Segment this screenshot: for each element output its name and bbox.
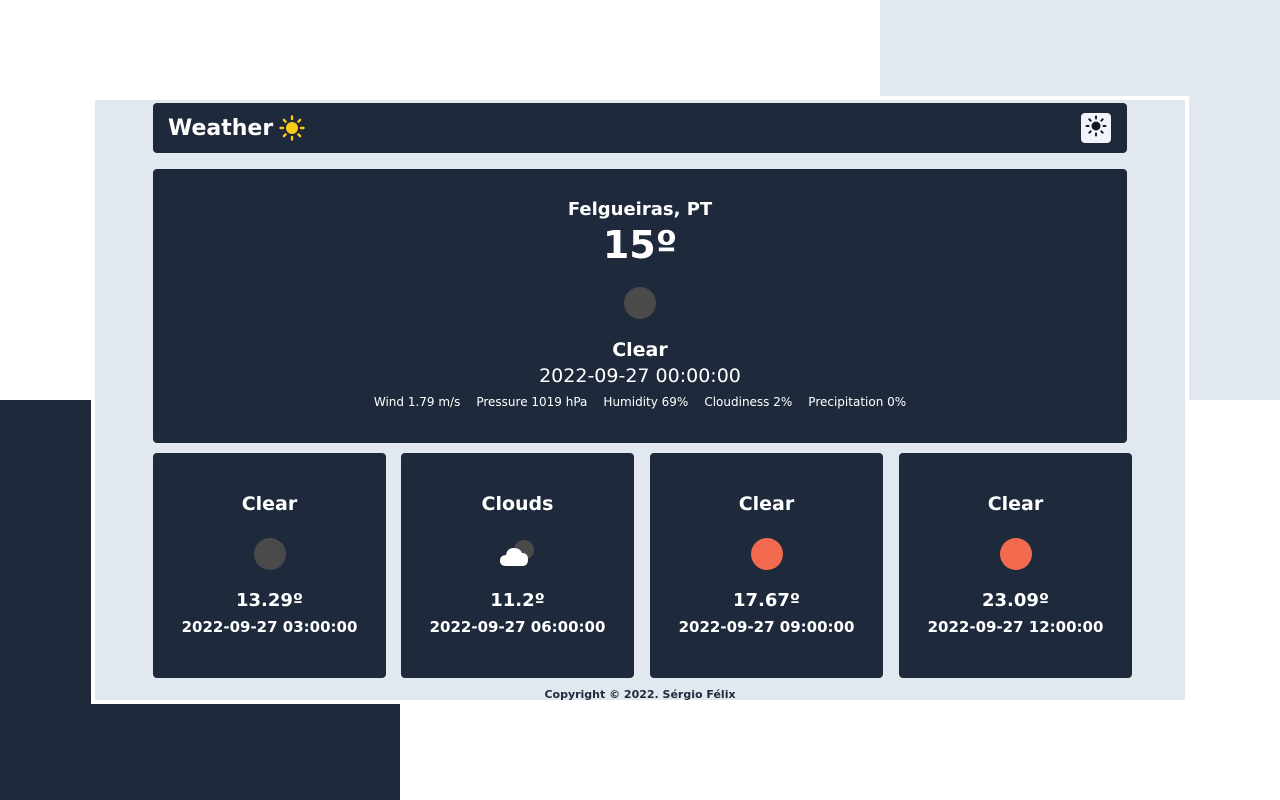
current-datetime: 2022-09-27 00:00:00 — [539, 365, 741, 387]
forecast-temperature: 23.09º — [981, 590, 1050, 611]
current-condition: Clear — [612, 339, 668, 361]
forecast-datetime: 2022-09-27 09:00:00 — [678, 618, 855, 636]
brand: Weather — [168, 103, 305, 153]
cloud-moon-icon — [500, 538, 534, 570]
sun-icon — [1000, 538, 1032, 570]
forecast-card: Clouds 11.2º 2022-09-27 06:00:00 — [401, 453, 634, 678]
precipitation-stat: Precipitation 0% — [808, 395, 907, 409]
cloudiness-stat: Cloudiness 2% — [704, 395, 793, 409]
screenshot-frame: Weather Felgueiras, PT 15º Clear 2022-09… — [91, 96, 1189, 704]
sun-icon — [279, 115, 305, 141]
app-title: Weather — [168, 115, 274, 141]
pressure-stat: Pressure 1019 hPa — [476, 395, 588, 409]
location-name: Felgueiras, PT — [567, 199, 713, 220]
weather-app: Weather Felgueiras, PT 15º Clear 2022-09… — [95, 100, 1185, 700]
humidity-stat: Humidity 69% — [603, 395, 689, 409]
forecast-datetime: 2022-09-27 12:00:00 — [927, 618, 1104, 636]
forecast-datetime: 2022-09-27 06:00:00 — [429, 618, 606, 636]
forecast-datetime: 2022-09-27 03:00:00 — [181, 618, 358, 636]
forecast-card: Clear 23.09º 2022-09-27 12:00:00 — [899, 453, 1132, 678]
moon-icon — [624, 287, 656, 319]
forecast-temperature: 17.67º — [732, 590, 801, 611]
sun-icon — [751, 538, 783, 570]
moon-icon — [254, 538, 286, 570]
weather-stats: Wind 1.79 m/s Pressure 1019 hPa Humidity… — [153, 395, 1127, 409]
forecast-card: Clear 17.67º 2022-09-27 09:00:00 — [650, 453, 883, 678]
forecast-temperature: 13.29º — [235, 590, 304, 611]
forecast-temperature: 11.2º — [490, 590, 545, 611]
forecast-condition: Clear — [738, 493, 795, 515]
current-temperature: 15º — [602, 223, 678, 267]
sun-icon — [1085, 115, 1107, 141]
current-weather-card: Felgueiras, PT 15º Clear 2022-09-27 00:0… — [153, 169, 1127, 443]
footer-copyright: Copyright © 2022. Sérgio Félix — [544, 688, 736, 700]
theme-toggle-button[interactable] — [1081, 113, 1111, 143]
forecast-condition: Clouds — [481, 493, 554, 515]
wind-stat: Wind 1.79 m/s — [373, 395, 461, 409]
forecast-condition: Clear — [987, 493, 1044, 515]
app-header: Weather — [153, 103, 1127, 153]
forecast-card: Clear 13.29º 2022-09-27 03:00:00 — [153, 453, 386, 678]
forecast-condition: Clear — [241, 493, 298, 515]
